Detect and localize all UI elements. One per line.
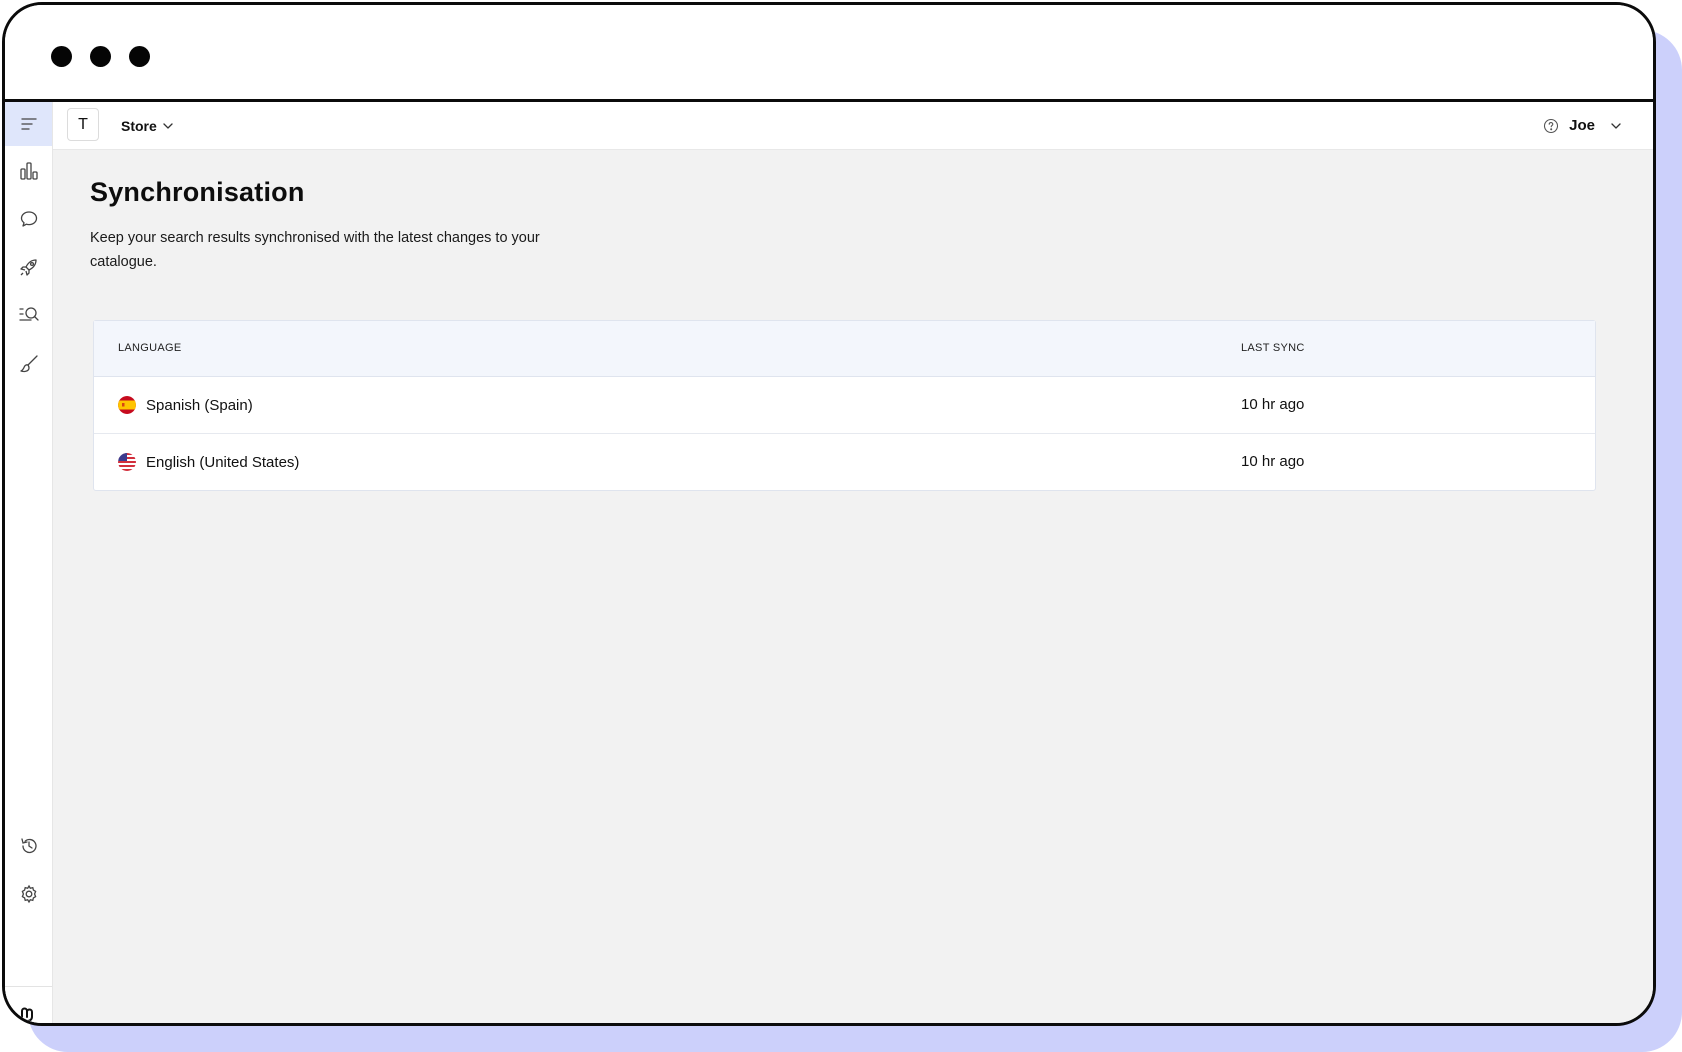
language-name: Spanish (Spain) <box>146 396 253 414</box>
browser-window: T Store Joe Synchronisation Keep your se… <box>2 2 1656 1026</box>
menu-icon <box>20 118 37 130</box>
window-titlebar <box>5 5 1653 102</box>
table-header: LANGUAGE LAST SYNC <box>94 321 1595 377</box>
user-menu-chevron-icon[interactable] <box>1609 119 1623 133</box>
column-header-language: LANGUAGE <box>118 342 182 354</box>
sidebar-item-search[interactable] <box>5 293 52 337</box>
sidebar-logo[interactable] <box>5 992 52 1023</box>
column-header-last-sync: LAST SYNC <box>1241 342 1305 354</box>
chevron-down-icon <box>163 122 173 129</box>
spain-flag-icon <box>118 396 136 414</box>
logo-icon <box>20 1007 33 1022</box>
last-sync-value: 10 hr ago <box>1241 396 1305 413</box>
user-name[interactable]: Joe <box>1569 117 1595 134</box>
sidebar-item-design[interactable] <box>5 342 52 386</box>
window-minimize-dot[interactable] <box>90 46 111 67</box>
table-row[interactable]: English (United States) 10 hr ago <box>94 434 1595 490</box>
sidebar-item-boost[interactable] <box>5 245 52 289</box>
history-icon <box>20 838 37 854</box>
table-row[interactable]: Spanish (Spain) 10 hr ago <box>94 377 1595 434</box>
page-title: Synchronisation <box>90 177 305 207</box>
sidebar-item-settings[interactable] <box>5 872 52 916</box>
brush-icon <box>19 355 38 373</box>
analytics-icon <box>19 162 38 180</box>
sidebar-divider <box>5 986 52 987</box>
window-maximize-dot[interactable] <box>129 46 150 67</box>
page-description: Keep your search results synchronised wi… <box>90 230 540 270</box>
last-sync-value: 10 hr ago <box>1241 453 1305 470</box>
us-flag-icon <box>118 453 136 471</box>
store-name: Store <box>121 117 157 134</box>
sync-table: LANGUAGE LAST SYNC Spanish (Spain) 10 hr… <box>93 320 1596 491</box>
sidebar-item-menu[interactable] <box>5 102 52 146</box>
help-icon[interactable] <box>1543 118 1559 134</box>
language-cell: English (United States) <box>118 434 299 490</box>
user-area: Joe <box>1543 102 1623 149</box>
window-close-dot[interactable] <box>51 46 72 67</box>
topbar: T Store Joe <box>53 102 1653 150</box>
language-name: English (United States) <box>146 453 300 471</box>
sidebar-item-analytics[interactable] <box>5 149 52 193</box>
sidebar <box>5 102 53 1023</box>
sidebar-item-history[interactable] <box>5 824 52 868</box>
search-list-icon <box>18 307 39 321</box>
chat-icon <box>20 211 37 227</box>
gear-icon <box>21 884 36 904</box>
language-cell: Spanish (Spain) <box>118 377 253 433</box>
rocket-icon <box>19 259 37 276</box>
app-shell: T Store Joe Synchronisation Keep your se… <box>5 102 1653 1023</box>
sidebar-item-chat[interactable] <box>5 197 52 241</box>
store-selector[interactable]: Store <box>121 102 175 149</box>
store-avatar[interactable]: T <box>67 108 99 141</box>
main-content: Synchronisation Keep your search results… <box>90 149 1596 491</box>
